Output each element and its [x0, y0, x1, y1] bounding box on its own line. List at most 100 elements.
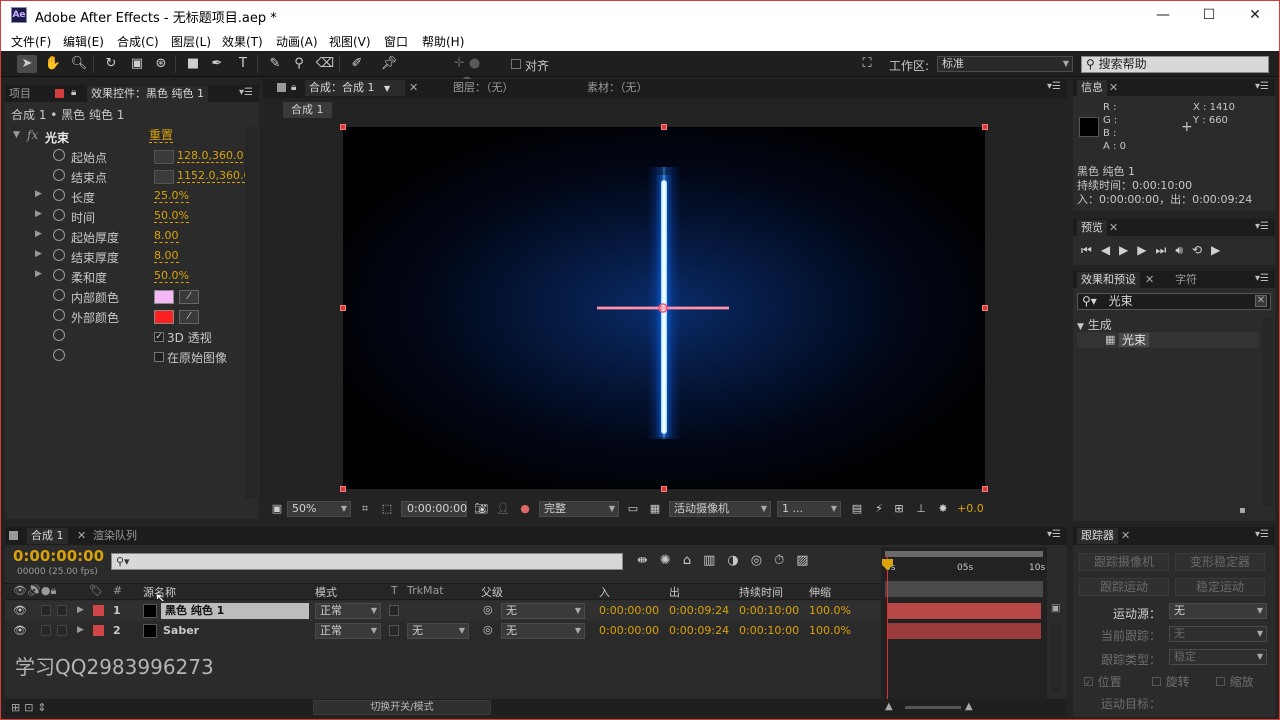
- selection-tool-icon[interactable]: ➤: [17, 55, 37, 73]
- tab-tracker[interactable]: 跟踪器: [1077, 528, 1118, 544]
- close-tab-icon[interactable]: ✕: [1121, 529, 1130, 542]
- toggle-switches-modes-button[interactable]: 切换开关/模式: [313, 700, 491, 715]
- stopwatch-icon[interactable]: [53, 349, 65, 361]
- mask-visibility-icon[interactable]: ⬚: [377, 500, 397, 518]
- start-point-value[interactable]: 128.0,360.0: [177, 150, 244, 163]
- stopwatch-icon[interactable]: [53, 309, 65, 321]
- mode-header[interactable]: 模式: [315, 584, 337, 600]
- menu-help[interactable]: 帮助(H): [422, 33, 464, 50]
- stopwatch-icon[interactable]: [53, 329, 65, 341]
- eraser-tool-icon[interactable]: ⌫: [315, 55, 335, 73]
- comp-button-icon[interactable]: ▣: [1051, 603, 1060, 614]
- layer-stretch[interactable]: 100.0%: [809, 624, 851, 637]
- close-tab-icon[interactable]: ✕: [1109, 81, 1118, 94]
- puppet-pin-tool-icon[interactable]: 📌︎: [379, 55, 399, 73]
- layer-out-point[interactable]: 0:00:09:24: [669, 624, 729, 637]
- reset-link[interactable]: 重置: [149, 129, 174, 143]
- timeline-timecode[interactable]: 0:00:00:00: [13, 547, 104, 565]
- timeline-zoom-slider[interactable]: [905, 706, 961, 709]
- shy-layers-icon[interactable]: ⌂: [683, 553, 703, 568]
- toggle-pixel-aspect-icon[interactable]: ▤: [847, 500, 867, 518]
- tab-character[interactable]: 字符: [1171, 272, 1201, 288]
- tab-composition[interactable]: 合成：合成 1 ▼: [305, 80, 405, 96]
- lock-toggle[interactable]: [57, 605, 67, 616]
- transform-handle[interactable]: [982, 124, 988, 130]
- menu-composition[interactable]: 合成(C): [117, 33, 159, 50]
- auto-keyframe-icon[interactable]: ▨: [796, 553, 820, 568]
- region-of-interest-icon[interactable]: ▭: [623, 500, 643, 518]
- zoom-out-icon[interactable]: ▲: [885, 701, 893, 712]
- stopwatch-icon[interactable]: [53, 289, 65, 301]
- exposure-value[interactable]: +0.0: [957, 502, 984, 515]
- eyedropper-icon[interactable]: ⁄: [179, 290, 199, 304]
- clear-search-icon[interactable]: ✕: [1255, 295, 1267, 307]
- menu-animation[interactable]: 动画(A): [276, 33, 318, 50]
- lock-toggle[interactable]: [57, 625, 67, 636]
- layer-in-point[interactable]: 0:00:00:00: [599, 604, 659, 617]
- camera-dropdown[interactable]: 活动摄像机 ▼: [669, 501, 771, 517]
- timeline-graph-area[interactable]: 0s 05s 10s: [881, 547, 1047, 701]
- ram-preview-icon[interactable]: ▶: [1211, 243, 1229, 257]
- effects-scrollbar[interactable]: [1263, 317, 1273, 507]
- pan-behind-tool-icon[interactable]: ⊛: [151, 55, 171, 73]
- panel-menu-icon[interactable]: ▾☰: [1255, 81, 1269, 92]
- motion-source-dropdown[interactable]: 无 ▼: [1169, 603, 1267, 619]
- zoom-in-icon[interactable]: ▲: [965, 701, 973, 712]
- tab-effects-presets[interactable]: 效果和预设: [1077, 272, 1140, 288]
- category-generate[interactable]: ▼ 生成: [1077, 316, 1112, 333]
- previous-frame-icon[interactable]: ◀: [1101, 243, 1119, 257]
- layer-out-point[interactable]: 0:00:09:24: [669, 604, 729, 617]
- flowchart-icon[interactable]: ⊥: [911, 500, 931, 518]
- out-header[interactable]: 出: [669, 584, 680, 600]
- expand-chevron-icon[interactable]: ▶: [35, 209, 42, 219]
- layer-name[interactable]: Saber: [163, 624, 199, 637]
- label-color-swatch[interactable]: [93, 625, 104, 636]
- tab-preview[interactable]: 预览: [1077, 220, 1107, 236]
- minimize-button[interactable]: —: [1141, 5, 1185, 27]
- expand-chevron-icon[interactable]: ▶: [35, 269, 42, 279]
- timeline-icon[interactable]: ⊞: [889, 500, 909, 518]
- panel-menu-icon[interactable]: ▾☰: [1255, 529, 1269, 540]
- time-value[interactable]: 50.0%: [154, 210, 189, 223]
- camera-tool-icon[interactable]: ▣: [127, 55, 147, 73]
- fx-icon[interactable]: fx: [27, 128, 38, 142]
- expand-layer-icon[interactable]: ▶: [77, 605, 84, 615]
- eyedropper-icon[interactable]: ⁄: [179, 310, 199, 324]
- end-thickness-value[interactable]: 8.00: [154, 250, 179, 263]
- outside-color-swatch[interactable]: [154, 310, 174, 324]
- stopwatch-icon[interactable]: [53, 269, 65, 281]
- hand-tool-icon[interactable]: ✋: [43, 55, 63, 73]
- pen-tool-icon[interactable]: ✒: [207, 55, 227, 73]
- scale-checkbox[interactable]: ☐ 缩放: [1215, 673, 1254, 690]
- brainstorm-icon[interactable]: ⏱: [774, 553, 796, 568]
- effects-search-input[interactable]: ⚲▾ 光束 ✕: [1077, 293, 1271, 310]
- timeline-footer-icons[interactable]: ⊞⊡⇕: [11, 701, 51, 714]
- lock-icon[interactable]: 🔒︎: [291, 82, 296, 93]
- snap-checkbox[interactable]: [511, 59, 521, 69]
- workspace-dropdown[interactable]: 标准 ▼: [937, 56, 1073, 72]
- in-header[interactable]: 入: [599, 584, 610, 600]
- channel-rgb-icon[interactable]: ●: [515, 500, 535, 518]
- transform-handle[interactable]: [982, 305, 988, 311]
- expand-chevron-icon[interactable]: ▶: [35, 229, 42, 239]
- layer-mode-dropdown[interactable]: 正常 ▼: [315, 603, 381, 619]
- audio-icon[interactable]: 🔊︎: [1175, 243, 1192, 257]
- length-value[interactable]: 25.0%: [154, 190, 189, 203]
- search-help-input[interactable]: ⚲ 搜索帮助: [1081, 56, 1269, 73]
- draft-3d-icon[interactable]: ✺: [660, 553, 683, 568]
- close-tab-icon[interactable]: ✕: [409, 81, 418, 94]
- preserve-transparency-toggle[interactable]: [389, 605, 399, 616]
- transform-handle[interactable]: [982, 486, 988, 492]
- text-tool-icon[interactable]: T: [233, 55, 253, 73]
- stopwatch-icon[interactable]: [53, 229, 65, 241]
- panel-menu-icon[interactable]: ▾☰: [1047, 529, 1061, 540]
- layer-parent-dropdown[interactable]: 无 ▼: [501, 623, 585, 639]
- layer-duration-bar[interactable]: [887, 603, 1041, 619]
- eye-icon[interactable]: 👁︎: [13, 604, 27, 617]
- frame-blending-icon[interactable]: ▥: [703, 553, 727, 568]
- reset-exposure-icon[interactable]: ✸: [933, 500, 953, 518]
- stretch-header[interactable]: 伸缩: [809, 584, 831, 600]
- layer-duration[interactable]: 0:00:10:00: [739, 604, 799, 617]
- stopwatch-icon[interactable]: [53, 149, 65, 161]
- stopwatch-icon[interactable]: [53, 209, 65, 221]
